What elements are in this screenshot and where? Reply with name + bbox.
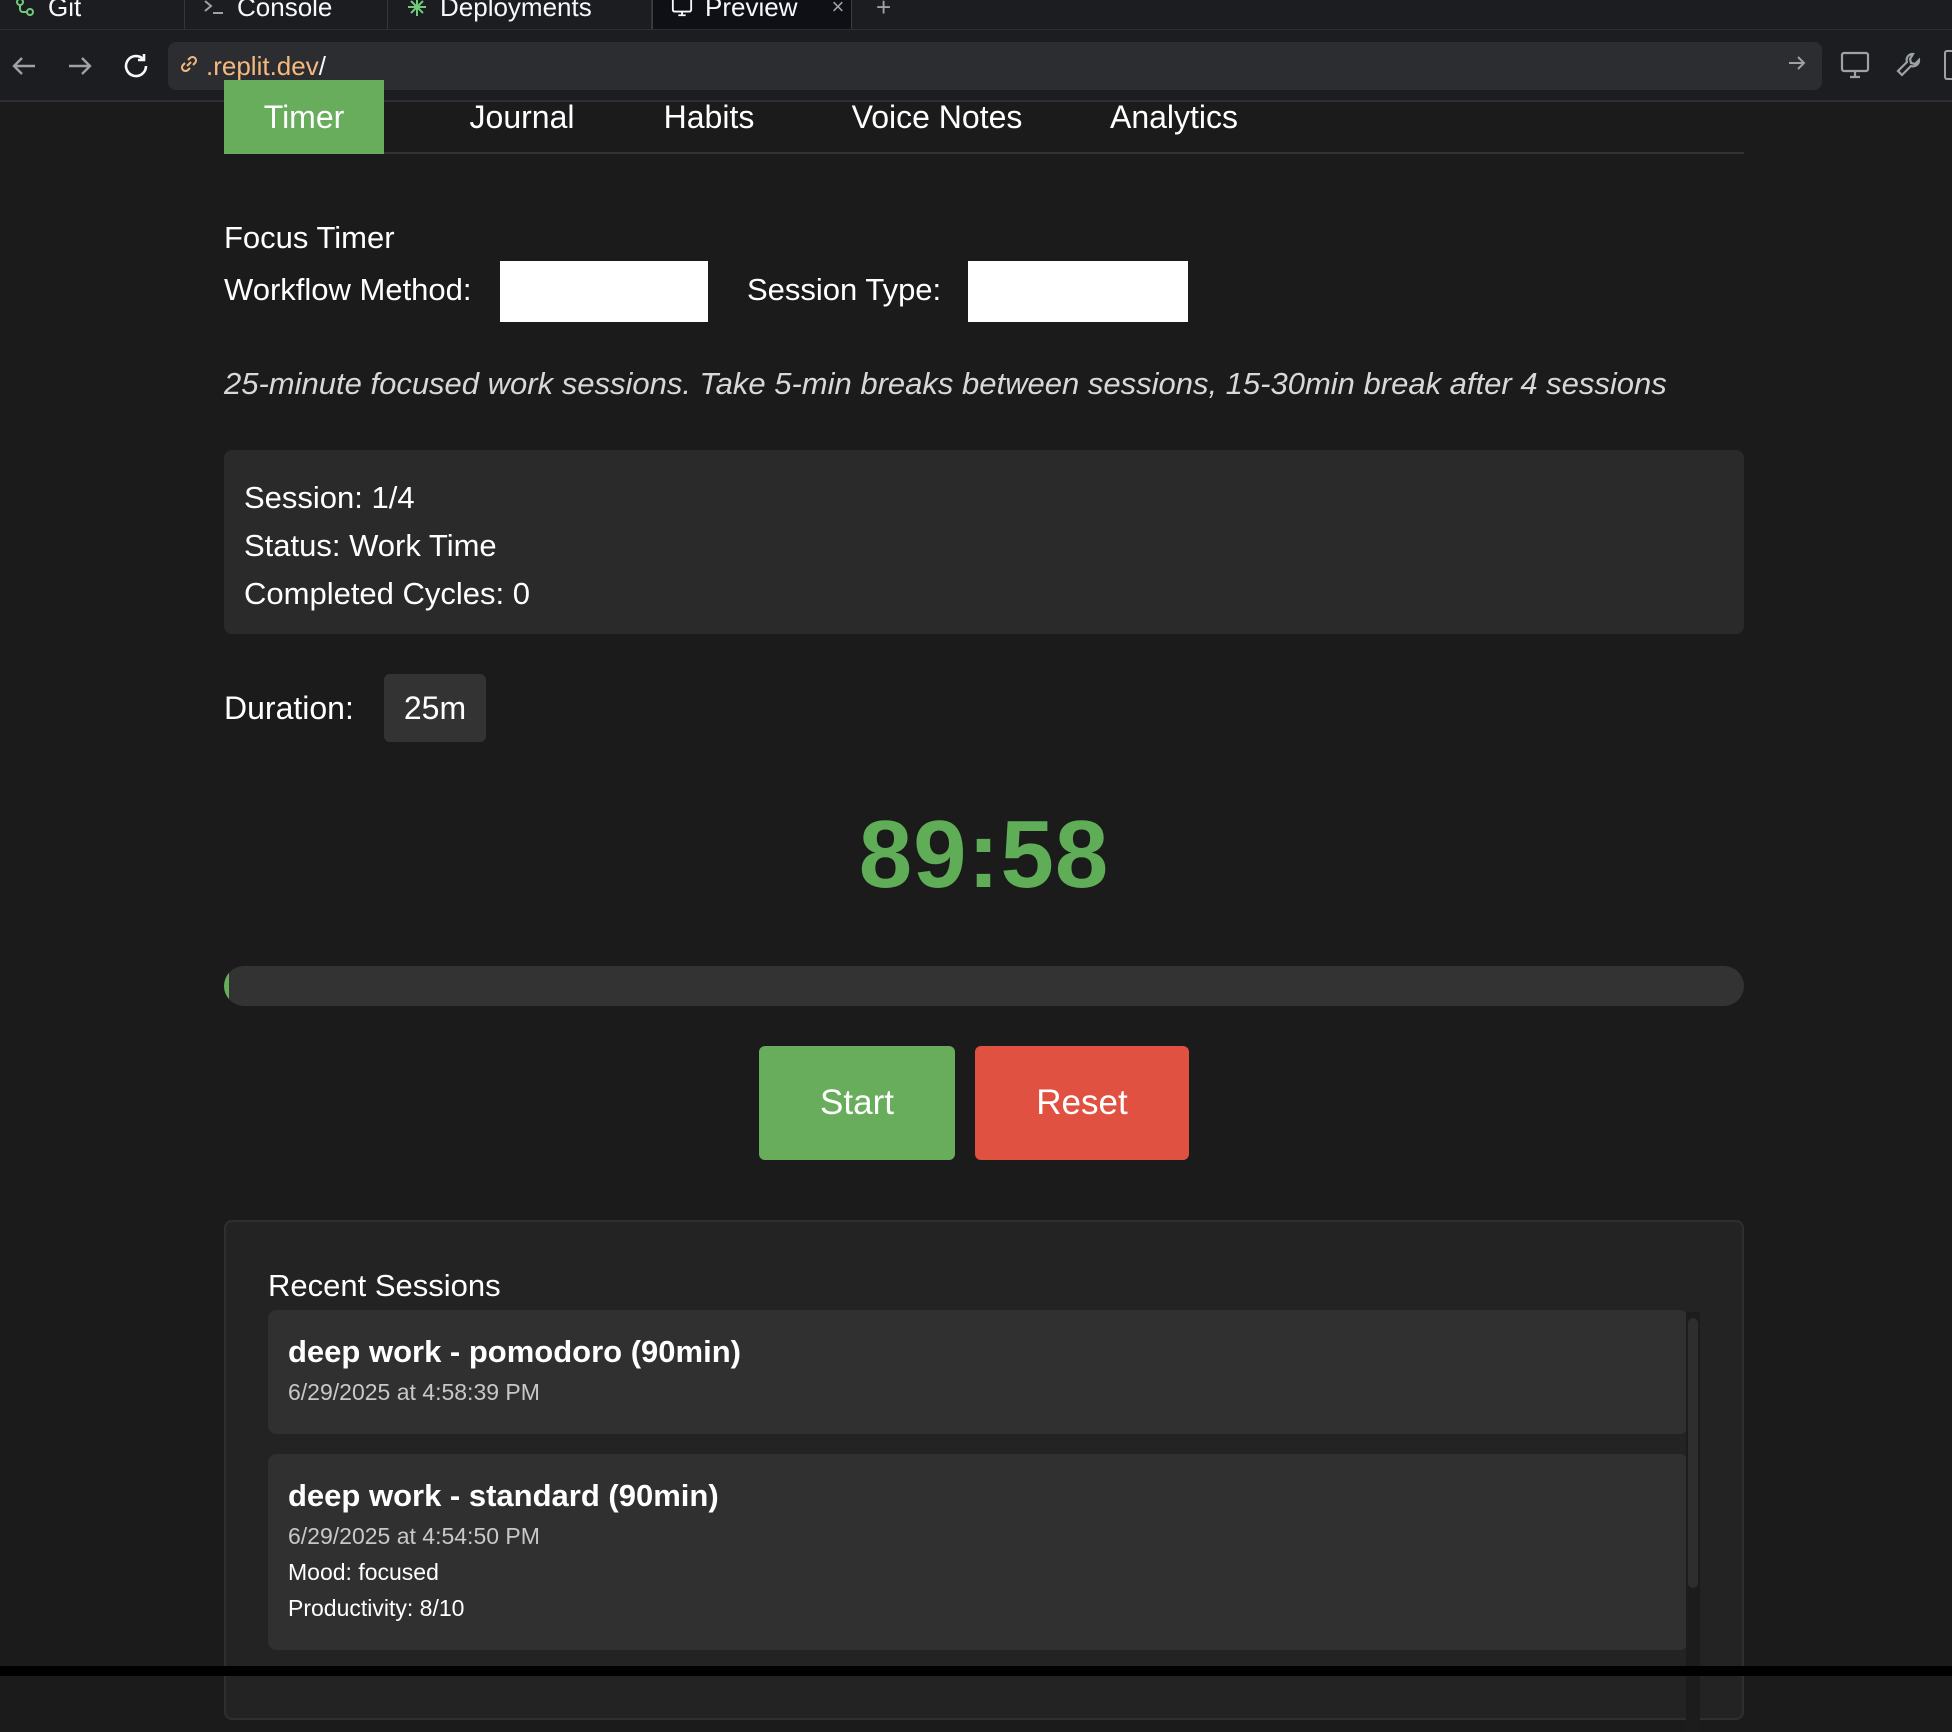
tab-deployments[interactable]: Deployments — [388, 0, 652, 29]
console-icon — [203, 0, 225, 18]
reload-icon — [124, 54, 148, 78]
scrollbar-thumb[interactable] — [1688, 1318, 1698, 1588]
tab-label: Deployments — [440, 0, 592, 22]
progress-fill — [224, 966, 229, 1006]
recent-sessions-title: Recent Sessions — [268, 1268, 501, 1303]
panel-icon[interactable] — [1944, 50, 1952, 80]
url-host: .replit.dev — [206, 50, 319, 81]
back-button[interactable] — [6, 48, 42, 84]
reset-button[interactable]: Reset — [975, 1046, 1189, 1160]
completed-cycles: Completed Cycles: 0 — [244, 576, 531, 611]
session-info-box: Session: 1/4 Status: Work Time Completed… — [224, 450, 1744, 634]
duration-value[interactable]: 25m — [384, 674, 486, 742]
nav-tab-voice-notes[interactable]: Voice Notes — [824, 80, 1050, 154]
tab-label: Git — [48, 0, 82, 22]
devices-icon[interactable] — [1840, 50, 1872, 85]
close-tab-icon[interactable]: × — [831, 0, 844, 20]
method-description: 25-minute focused work sessions. Take 5-… — [224, 366, 1667, 401]
session-card[interactable]: deep work - standard (90min) 6/29/2025 a… — [268, 1454, 1688, 1650]
section-title: Focus Timer — [224, 220, 395, 255]
recent-sessions-panel: Recent Sessions deep work - pomodoro (90… — [224, 1220, 1744, 1732]
nav-tab-habits[interactable]: Habits — [634, 80, 784, 154]
tab-console[interactable]: Console — [185, 0, 388, 29]
arrow-left-icon — [12, 57, 35, 75]
session-name: deep work - pomodoro (90min) — [288, 1334, 741, 1369]
app-nav: Timer Journal Habits Voice Notes Analyti… — [224, 80, 1744, 154]
go-arrow-icon[interactable] — [1786, 52, 1808, 79]
workflow-method-label: Workflow Method: — [224, 272, 472, 307]
git-icon — [14, 0, 36, 18]
reload-button[interactable] — [118, 48, 154, 84]
start-button[interactable]: Start — [759, 1046, 955, 1160]
browser-tab-strip: Git Console Deployments Preview × + — [0, 0, 1952, 30]
session-status: Status: Work Time — [244, 528, 497, 563]
duration-label: Duration: — [224, 690, 354, 726]
nav-tab-timer[interactable]: Timer — [224, 80, 384, 154]
nav-tab-analytics[interactable]: Analytics — [1084, 80, 1264, 154]
deployments-icon — [406, 0, 428, 18]
url-path: / — [318, 50, 326, 81]
forward-button[interactable] — [62, 48, 98, 84]
preview-icon — [671, 0, 693, 18]
bottom-edge — [0, 1666, 1952, 1676]
nav-tab-journal[interactable]: Journal — [424, 80, 620, 154]
session-date: 6/29/2025 at 4:54:50 PM — [288, 1523, 540, 1549]
progress-bar — [224, 966, 1744, 1006]
session-type-label: Session Type: — [747, 272, 942, 307]
arrow-right-icon — [69, 57, 92, 75]
link-icon — [178, 53, 200, 80]
tab-label: Preview — [705, 0, 798, 22]
session-type-select[interactable] — [968, 261, 1188, 322]
session-productivity: Productivity: 8/10 — [288, 1595, 465, 1621]
tab-label: Console — [237, 0, 333, 22]
workflow-method-select[interactable] — [500, 261, 708, 322]
session-date: 6/29/2025 at 4:58:39 PM — [288, 1379, 540, 1405]
tab-preview[interactable]: Preview × — [652, 0, 852, 29]
session-card[interactable]: deep work - pomodoro (90min) 6/29/2025 a… — [268, 1310, 1688, 1434]
tab-git[interactable]: Git — [0, 0, 185, 29]
session-mood: Mood: focused — [288, 1559, 439, 1585]
wrench-icon[interactable] — [1894, 50, 1924, 85]
session-count: Session: 1/4 — [244, 480, 415, 515]
timer-display: 89:58 — [858, 801, 1110, 908]
session-name: deep work - standard (90min) — [288, 1478, 719, 1513]
add-tab-button[interactable]: + — [876, 0, 891, 23]
